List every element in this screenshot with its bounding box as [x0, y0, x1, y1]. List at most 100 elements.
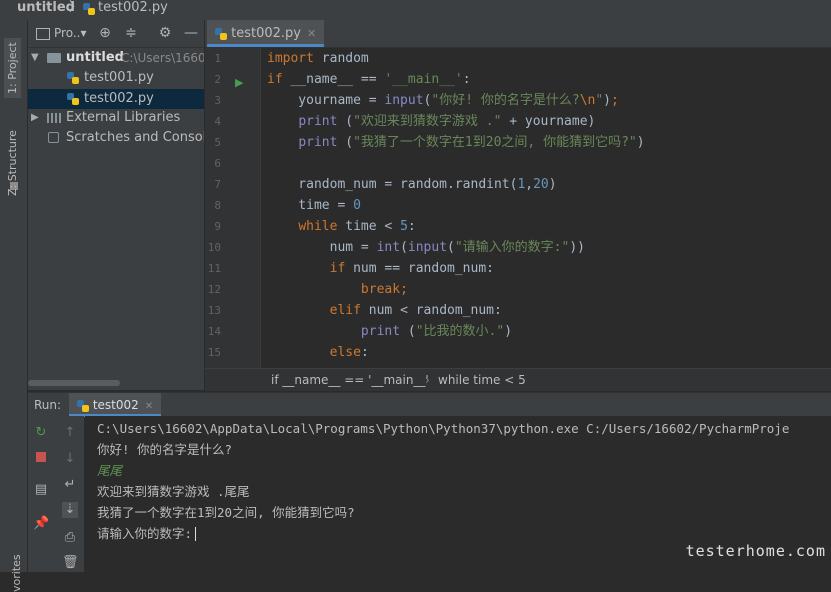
code-line: print ("欢迎来到猜数字游戏 ." + yourname): [298, 114, 596, 129]
console-line: 请输入你的数字:: [97, 526, 193, 541]
trash-icon[interactable]: 🗑: [62, 555, 79, 571]
line-number: 10: [207, 241, 221, 254]
breadcrumb-separator: ›: [425, 373, 430, 387]
console-line: 我猜了一个数字在1到20之间, 你能猜到它吗?: [97, 505, 355, 520]
project-view-icon: [36, 28, 50, 40]
line-number: 8: [214, 199, 221, 212]
editor-tab-bar: test002.py ✕: [205, 20, 831, 48]
project-panel: Pro..▾ ⊕ ≑ ⚙ — ▼ untitled C:\Users\1660 …: [28, 20, 204, 390]
tree-item-test002[interactable]: test002.py: [28, 89, 204, 109]
up-arrow-icon[interactable]: ↑: [62, 425, 78, 441]
code-line: import random: [267, 51, 369, 66]
tool-window-favorites-tab[interactable]: vorites: [10, 554, 23, 592]
code-line: if __name__ == '__main__':: [267, 72, 471, 87]
line-number: 3: [214, 94, 221, 107]
tree-item-label: test002.py: [84, 91, 154, 106]
horizontal-scrollbar[interactable]: [28, 380, 120, 386]
breadcrumb-file[interactable]: test002.py: [98, 0, 168, 15]
editor-tab-label: test002.py: [231, 26, 301, 41]
close-icon[interactable]: ✕: [307, 27, 316, 40]
console-line: 欢迎来到猜数字游戏 .尾尾: [97, 484, 250, 499]
python-file-icon: [67, 72, 79, 84]
line-number: 12: [207, 283, 221, 296]
editor-tab-test002[interactable]: test002.py ✕: [207, 20, 325, 47]
locate-icon[interactable]: ⊕: [97, 25, 113, 41]
run-toolbar: ↻ ↑ ↓ ▤ ↵ ⇣ 📌 ⎙ 🗑: [28, 416, 84, 572]
run-gutter-icon[interactable]: ▶: [235, 76, 243, 89]
indent-guide: [260, 48, 261, 368]
scratches-icon: [48, 132, 59, 143]
rerun-icon[interactable]: ↻: [33, 425, 49, 441]
console-user-input: 尾尾: [97, 463, 123, 478]
code-line: if num == random_num:: [329, 261, 494, 276]
project-view-selector[interactable]: Pro..▾: [54, 26, 86, 40]
text-cursor: [195, 527, 196, 541]
left-tool-strip: 1: Project Z: Structure vorites: [0, 20, 28, 592]
line-number: 11: [207, 262, 221, 275]
line-number-gutter: 1 2 3 4 5 6 7 8 9 10 11 12 13 14 15 ▶: [205, 48, 261, 368]
run-label: Run:: [34, 398, 62, 412]
line-number: 7: [214, 178, 221, 191]
console-line: 你好! 你的名字是什么?: [97, 442, 233, 457]
breadcrumb-while[interactable]: while time < 5: [438, 369, 526, 391]
line-number: 15: [207, 346, 221, 359]
code-line: elif num < random_num:: [329, 303, 502, 318]
tree-item-scratches[interactable]: Scratches and Consoles: [28, 128, 204, 148]
tool-window-structure-tab[interactable]: Z: Structure: [6, 130, 19, 196]
line-number: 9: [214, 220, 221, 233]
code-line: yourname = input("你好! 你的名字是什么?\n");: [267, 93, 619, 108]
soft-wrap-icon[interactable]: ↵: [62, 477, 78, 493]
tree-item-label: Scratches and Consoles: [66, 130, 204, 145]
code-line: while time < 5:: [298, 219, 416, 234]
python-file-icon: [67, 93, 79, 105]
code-breadcrumbs: if __name__ == '__main__' › while time <…: [205, 368, 831, 391]
python-file-icon: [83, 1, 95, 16]
code-line: random_num = random.randint(1,20): [267, 177, 557, 192]
python-file-icon: [77, 399, 89, 412]
code-line: num = int(input("请输入你的数字:")): [267, 240, 585, 255]
line-number: 2: [214, 73, 221, 86]
tree-item-test001[interactable]: test001.py: [28, 68, 204, 88]
scroll-to-end-icon[interactable]: ⇣: [62, 502, 78, 518]
watermark: testerhome.com: [685, 542, 826, 560]
run-tab-label: test002: [92, 398, 139, 412]
navigation-bar: untitled 〉 test002.py: [0, 0, 831, 20]
tool-window-project-tab[interactable]: 1: Project: [4, 38, 21, 98]
code-content[interactable]: import random if __name__ == '__main__':…: [267, 48, 831, 368]
python-file-icon: [215, 27, 227, 40]
tree-item-label: test001.py: [84, 70, 154, 85]
hide-icon[interactable]: —: [183, 25, 199, 41]
project-toolbar: Pro..▾ ⊕ ≑ ⚙ —: [28, 20, 204, 48]
collapse-icon[interactable]: ≑: [123, 25, 139, 41]
close-icon[interactable]: ✕: [145, 401, 153, 412]
breadcrumb-project[interactable]: untitled: [17, 0, 75, 15]
run-tool-window-header: Run: test002 ✕: [28, 392, 831, 417]
line-number: 5: [214, 136, 221, 149]
chevron-right-icon: ▶: [31, 112, 39, 123]
tree-item-label: untitled: [66, 50, 124, 65]
breadcrumb-separator: 〉: [69, 0, 83, 15]
tree-item-label: External Libraries: [66, 110, 181, 125]
editor-area: test002.py ✕ 1 2 3 4 5 6 7 8 9 10 11 12 1…: [205, 20, 831, 391]
tree-item-project-root[interactable]: ▼ untitled C:\Users\1660: [28, 48, 204, 68]
down-arrow-icon[interactable]: ↓: [62, 451, 78, 467]
code-line: time = 0: [267, 198, 361, 213]
line-number: 1: [214, 52, 221, 65]
library-icon: [47, 113, 61, 123]
line-number: 14: [207, 325, 221, 338]
tree-item-external-libraries[interactable]: ▶ External Libraries: [28, 108, 204, 128]
run-tab-test002[interactable]: test002 ✕: [69, 393, 162, 417]
breadcrumb-if-main[interactable]: if __name__ == '__main__': [271, 369, 429, 391]
line-number: 13: [207, 304, 221, 317]
gear-icon[interactable]: ⚙: [157, 25, 173, 41]
print-icon[interactable]: ⎙: [62, 530, 78, 546]
line-number: 6: [214, 157, 221, 170]
pin-icon[interactable]: 📌: [33, 516, 49, 532]
line-number: 4: [214, 115, 221, 128]
code-line: break;: [360, 282, 408, 297]
chevron-down-icon: ▼: [31, 52, 39, 63]
console-line: C:\Users\16602\AppData\Local\Programs\Py…: [97, 421, 790, 436]
layout-icon[interactable]: ▤: [33, 482, 49, 498]
stop-icon[interactable]: [33, 451, 49, 467]
code-line: print ("我猜了一个数字在1到20之间, 你能猜到它吗?"): [298, 135, 645, 150]
